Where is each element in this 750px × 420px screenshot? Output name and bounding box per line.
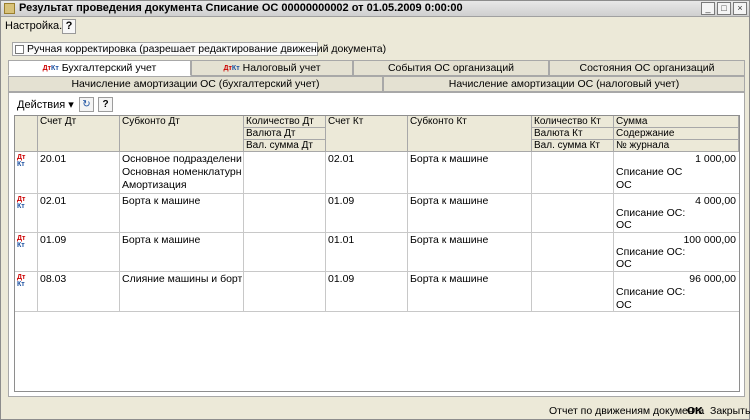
cell-schet-kt: 01.09 (328, 273, 355, 285)
cell-schet-dt: 01.09 (40, 234, 67, 246)
cell-journal: ОС (616, 299, 632, 311)
movements-report-button[interactable]: Отчет по движениям документа (549, 405, 704, 417)
tab-label: Налоговый учет (242, 62, 321, 74)
cell-subkonto-dt-1: Борта к машине (122, 195, 201, 207)
cell-subkonto-dt-1: Борта к машине (122, 234, 201, 246)
tab-accounting[interactable]: ДтКт Бухгалтерский учет (8, 60, 191, 76)
tab-depreciation-accounting[interactable]: Начисление амортизации ОС (бухгалтерский… (8, 76, 383, 92)
tab-asset-events[interactable]: События ОС организаций (353, 60, 549, 76)
maximize-button[interactable]: □ (717, 2, 731, 15)
table-row[interactable]: Дт Кт 20.01 Основное подразделение Основн… (15, 152, 739, 194)
postings-table: Счет Дт Субконто Дт Количество Дт Валюта… (14, 115, 740, 392)
header-schet-kt[interactable]: Счет Кт (326, 116, 408, 152)
cell-content: Списание ОС (616, 166, 683, 178)
close-button[interactable]: Закрыть (710, 405, 750, 417)
cell-summa: 96 000,00 (689, 273, 736, 285)
tab-label: Состояния ОС организаций (579, 62, 715, 74)
cell-subkonto-dt-1: Слияние машины и бортов к... (122, 273, 242, 285)
header-journal[interactable]: № журнала (614, 140, 739, 152)
tab-label: Бухгалтерский учет (61, 62, 157, 74)
header-subkonto-dt[interactable]: Субконто Дт (120, 116, 244, 152)
header-valsum-dt[interactable]: Вал. сумма Дт (244, 140, 326, 152)
dt-kt-icon: ДтКт (223, 64, 240, 72)
tab-depreciation-tax[interactable]: Начисление амортизации ОС (налоговый уче… (383, 76, 745, 92)
actions-label: Действия (17, 99, 66, 111)
tab-label: Начисление амортизации ОС (бухгалтерский… (71, 78, 320, 90)
cell-subkonto-dt-3: Амортизация (122, 179, 187, 191)
cell-subkonto-kt: Борта к машине (410, 273, 489, 285)
manual-correction-row[interactable]: Ручная корректировка (разрешает редактир… (12, 42, 386, 56)
tabs: ДтКт Бухгалтерский учет ДтКт Налоговый уче… (8, 60, 745, 93)
header-valsum-kt[interactable]: Вал. сумма Кт (532, 140, 614, 152)
table-row[interactable]: ДтКт 08.03 Слияние машины и бортов к... … (15, 272, 739, 312)
column-divider (613, 272, 614, 312)
dt-kt-icon: ДтКт (17, 154, 26, 168)
window-app-icon (4, 3, 15, 14)
cell-summa: 1 000,00 (695, 153, 736, 165)
cell-subkonto-kt: Борта к машине (410, 195, 489, 207)
column-divider (119, 272, 120, 312)
window-title: Результат проведения документа Списание … (19, 2, 463, 14)
cell-schet-kt: 02.01 (328, 153, 355, 165)
cell-subkonto-dt-2: Основная номенклатурная г... (122, 166, 242, 178)
column-divider (243, 272, 244, 312)
header-soderzhanie[interactable]: Содержание (614, 128, 739, 140)
cell-content: Списание ОС: (616, 286, 686, 298)
settings-menu[interactable]: Настройка... (5, 20, 68, 32)
cell-schet-dt: 08.03 (40, 273, 67, 285)
dropdown-arrow-icon: ▾ (68, 99, 74, 111)
tab-tax[interactable]: ДтКт Налоговый учет (191, 60, 353, 76)
cell-journal: ОС (616, 258, 632, 270)
column-divider (407, 272, 408, 312)
help-button[interactable]: ? (62, 19, 76, 34)
ok-button[interactable]: OK (687, 405, 703, 417)
refresh-button[interactable]: ↻ (79, 97, 94, 112)
cell-subkonto-kt: Борта к машине (410, 153, 489, 165)
cell-journal: ОС (616, 179, 632, 191)
tab-panel: Действия ▾ ↻ ? Счет Дт Субконто Дт Колич… (8, 92, 745, 397)
column-divider (325, 272, 326, 312)
help-icon-button[interactable]: ? (98, 97, 113, 112)
table-row[interactable]: Дт Кт 02.01 Борта к машине 01.09 Борта к … (15, 194, 739, 233)
header-schet-dt[interactable]: Счет Дт (38, 116, 120, 152)
manual-correction-label: Ручная корректировка (разрешает редактир… (27, 43, 387, 55)
minimize-button[interactable]: _ (701, 2, 715, 15)
header-subkonto-kt[interactable]: Субконто Кт (408, 116, 532, 152)
manual-correction-checkbox[interactable] (15, 45, 24, 54)
dt-kt-icon: ДтКт (42, 64, 59, 72)
header-val-dt[interactable]: Валюта Дт (244, 128, 326, 140)
close-window-button[interactable]: × (733, 2, 747, 15)
cell-subkonto-dt-1: Основное подразделение (122, 153, 242, 165)
header-kol-kt[interactable]: Количество Кт (532, 116, 614, 128)
actions-menu[interactable]: Действия ▾ (17, 98, 74, 111)
cell-schet-dt: 02.01 (40, 195, 67, 207)
document-result-window: Результат проведения документа Списание … (0, 0, 750, 420)
bottom-bar: Отчет по движениям документа OK Закрыть (1, 402, 750, 420)
column-divider (531, 272, 532, 312)
dt-kt-icon: ДтКт (17, 274, 26, 288)
column-divider (37, 272, 38, 312)
dt-kt-icon: ДтКт (17, 235, 26, 249)
table-row[interactable]: Дт Кт 01.09 Борта к машине 01.01 Борта к … (15, 233, 739, 272)
tab-label: Начисление амортизации ОС (налоговый уче… (448, 78, 680, 90)
header-kol-dt[interactable]: Количество Дт (244, 116, 326, 128)
cell-schet-kt: 01.09 (328, 195, 355, 207)
header-val-kt[interactable]: Валюта Кт (532, 128, 614, 140)
header-summa[interactable]: Сумма (614, 116, 739, 128)
tab-asset-states[interactable]: Состояния ОС организаций (549, 60, 745, 76)
title-bar: Результат проведения документа Списание … (1, 1, 749, 17)
cell-journal: ОС (616, 219, 632, 231)
cell-subkonto-kt: Борта к машине (410, 234, 489, 246)
cell-schet-dt: 20.01 (40, 153, 67, 165)
header-icon-col (15, 116, 38, 152)
cell-schet-kt: 01.01 (328, 234, 355, 246)
tab-label: События ОС организаций (387, 62, 515, 74)
dt-kt-icon: ДтКт (17, 196, 26, 210)
menu-bar: Настройка... ? (1, 18, 749, 36)
